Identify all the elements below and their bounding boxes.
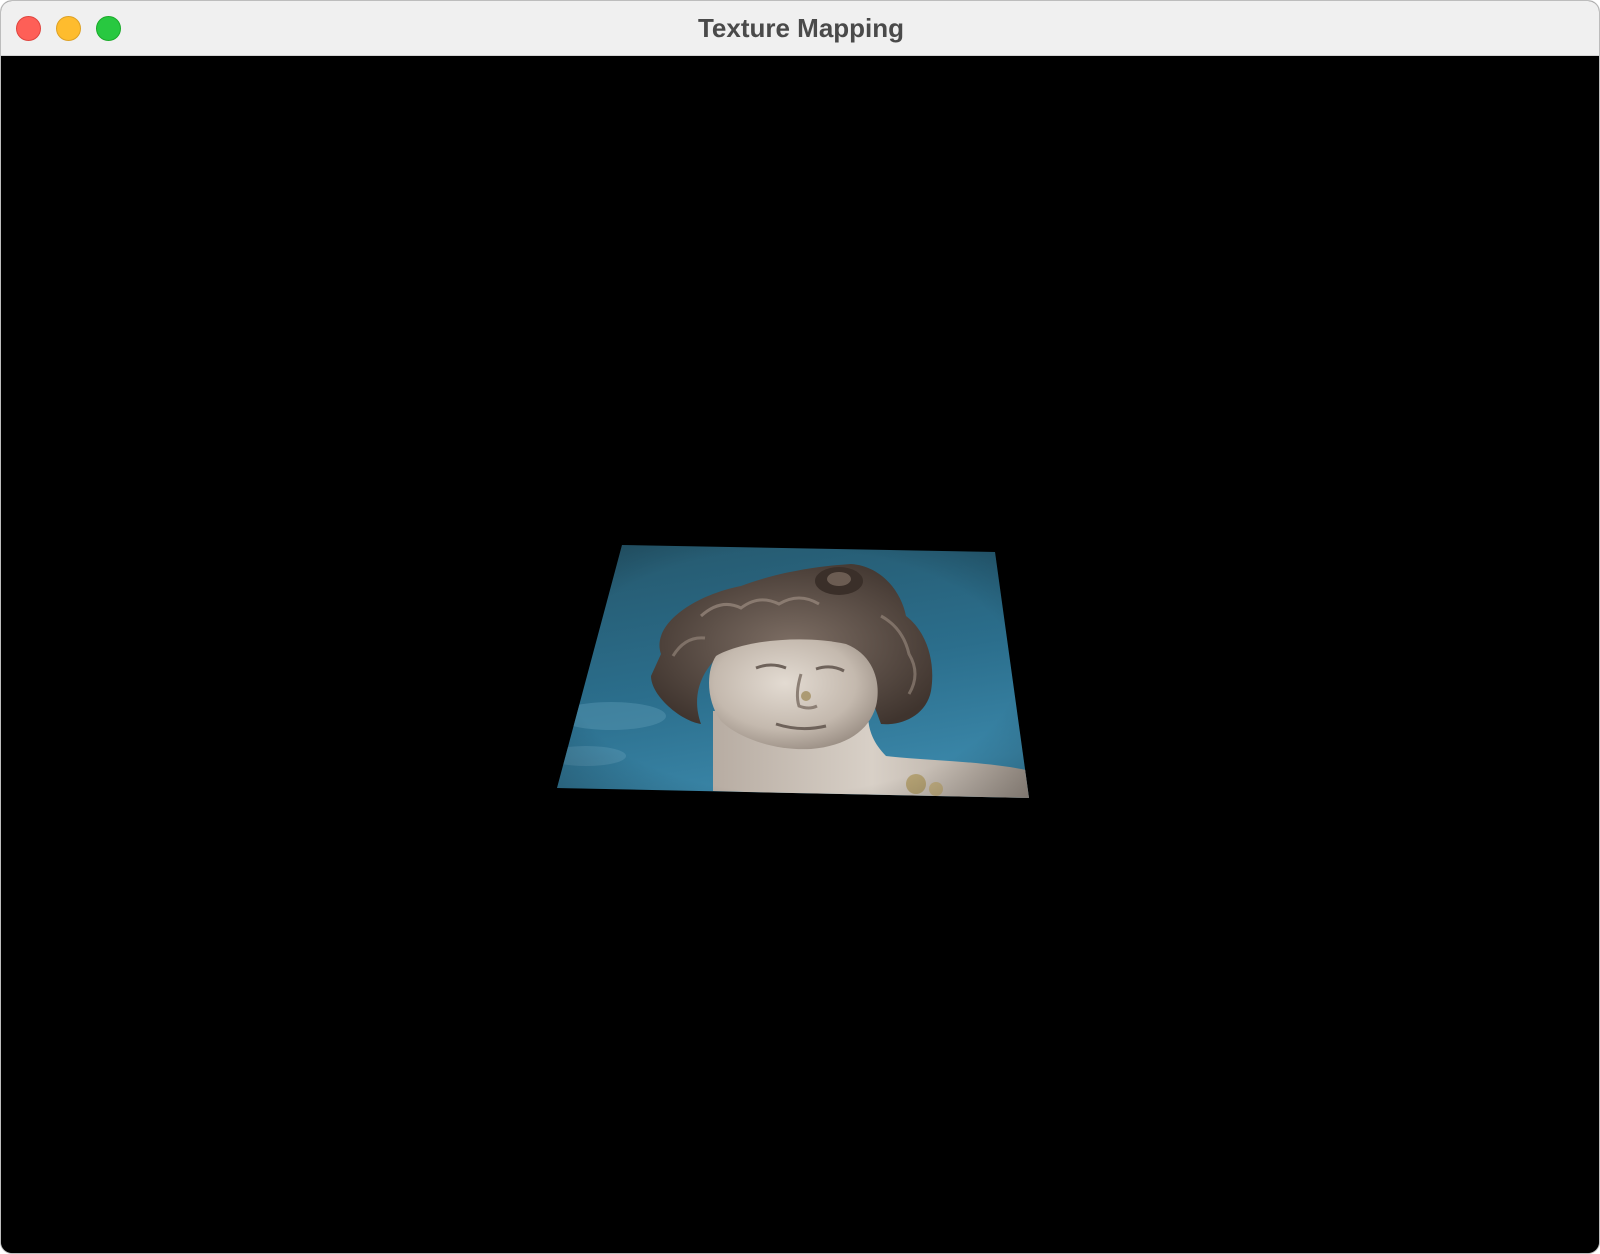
window-title: Texture Mapping	[697, 13, 905, 43]
texture-image	[557, 545, 1029, 798]
title-bar[interactable]: Texture Mapping	[1, 1, 1599, 56]
app-window: Texture Mapping	[0, 0, 1600, 1254]
textured-quad	[557, 545, 1029, 798]
render-viewport[interactable]	[1, 56, 1599, 1253]
